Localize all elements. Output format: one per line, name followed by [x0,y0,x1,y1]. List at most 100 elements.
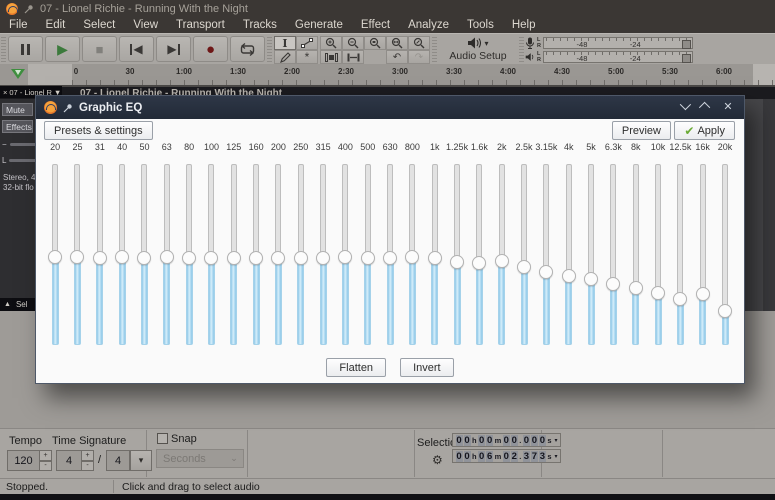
eq-slider-20k[interactable] [714,155,736,349]
eq-slider-315[interactable] [312,155,334,349]
tempo-spinner[interactable]: + - [40,450,52,471]
eq-slider-thumb[interactable] [249,250,264,265]
eq-slider-thumb[interactable] [115,250,130,264]
fit-project-button[interactable] [386,36,408,50]
stop-button[interactable]: ■ [82,36,117,62]
eq-slider-125[interactable] [223,155,245,349]
eq-slider-thumb[interactable] [70,250,85,264]
eq-slider-12.5k[interactable] [669,155,691,349]
redo-button[interactable]: ↷ [408,50,430,64]
draw-tool-button[interactable] [274,50,296,64]
eq-slider-250[interactable] [290,155,312,349]
eq-slider-thumb[interactable] [159,250,174,264]
eq-slider-500[interactable] [357,155,379,349]
chevron-down-icon[interactable]: ▾ [555,437,558,444]
eq-slider-800[interactable] [401,155,423,349]
chevron-down-icon[interactable]: ▾ [555,453,558,460]
eq-slider-20[interactable] [44,155,66,349]
time-sig-spinner[interactable]: + - [82,450,94,471]
eq-slider-6.3k[interactable] [602,155,624,349]
eq-slider-5k[interactable] [580,155,602,349]
toolbar-grip[interactable] [432,36,437,62]
menu-effect[interactable]: Effect [352,17,399,33]
eq-slider-50[interactable] [133,155,155,349]
presets-settings-button[interactable]: Presets & settings [44,121,153,140]
eq-slider-thumb[interactable] [606,276,621,291]
snap-mode-dropdown[interactable]: Seconds ⌄ [156,449,244,468]
menu-select[interactable]: Select [74,17,124,33]
mute-button[interactable]: Mute [2,103,33,116]
time-sig-upper-input[interactable]: 4 [56,450,82,471]
eq-slider-thumb[interactable] [450,254,465,269]
play-button[interactable]: ▶ [45,36,80,62]
selection-end-field[interactable]: 0 0 h 0 6 m 0 2. 3 7 3 s ▾ [452,449,561,463]
eq-slider-thumb[interactable] [427,250,442,265]
menu-help[interactable]: Help [503,17,545,33]
preview-button[interactable]: Preview [611,121,671,140]
flatten-button[interactable]: Flatten [326,358,387,377]
eq-slider-10k[interactable] [647,155,669,349]
silence-audio-button[interactable] [342,50,364,64]
eq-slider-thumb[interactable] [718,304,732,319]
select-button[interactable]: Sel [16,300,28,309]
time-sig-lower-input[interactable]: 4 [106,450,130,471]
apply-button[interactable]: ✔ Apply [674,121,735,140]
selection-tool-button[interactable]: I [274,36,296,50]
timeline-ruler[interactable]: 0 30 1:00 1:30 2:00 2:30 3:00 3:30 4:00 4:30 5:00 5… [0,64,775,87]
eq-slider-40[interactable] [111,155,133,349]
gear-icon[interactable]: ⚙ [432,453,443,467]
eq-slider-2.5k[interactable] [513,155,535,349]
time-sig-dropdown[interactable]: ▾ [130,450,152,471]
eq-slider-thumb[interactable] [472,255,487,270]
eq-slider-thumb[interactable] [517,259,532,274]
tempo-input[interactable]: 120 [7,450,40,471]
playback-meter-bar[interactable]: -48 -24 [542,50,693,63]
fit-selection-button[interactable] [364,36,386,50]
eq-slider-630[interactable] [379,155,401,349]
eq-slider-thumb[interactable] [271,250,286,265]
eq-slider-160[interactable] [245,155,267,349]
eq-slider-thumb[interactable] [360,250,375,265]
record-button[interactable]: ● [193,36,228,62]
eq-slider-1k[interactable] [424,155,446,349]
eq-slider-3.15k[interactable] [535,155,557,349]
eq-slider-80[interactable] [178,155,200,349]
multi-tool-button[interactable]: * [296,50,318,64]
eq-slider-8k[interactable] [625,155,647,349]
eq-slider-25[interactable] [66,155,88,349]
undo-button[interactable]: ↶ [386,50,408,64]
eq-slider-thumb[interactable] [48,250,63,264]
skip-to-end-button[interactable]: ▶ [156,36,191,62]
eq-slider-1.25k[interactable] [446,155,468,349]
eq-slider-thumb[interactable] [561,268,576,283]
envelope-tool-button[interactable] [296,36,318,50]
toolbar-grip[interactable] [267,36,272,62]
eq-slider-thumb[interactable] [695,286,710,301]
eq-slider-thumb[interactable] [316,250,331,265]
eq-slider-thumb[interactable] [204,250,219,265]
menu-analyze[interactable]: Analyze [399,17,458,33]
eq-slider-thumb[interactable] [494,253,509,268]
selection-start-field[interactable]: 0 0 h 0 0 m 0 0. 0 0 0 s ▾ [452,433,561,447]
eq-slider-thumb[interactable] [673,291,688,306]
eq-slider-31[interactable] [89,155,111,349]
trim-audio-button[interactable] [320,50,342,64]
loop-button[interactable] [230,36,265,62]
eq-slider-thumb[interactable] [92,250,107,265]
zoom-out-button[interactable] [342,36,364,50]
menu-transport[interactable]: Transport [167,17,234,33]
eq-slider-thumb[interactable] [338,250,353,264]
menu-tools[interactable]: Tools [458,17,503,33]
invert-button[interactable]: Invert [400,358,454,377]
eq-slider-thumb[interactable] [628,280,643,295]
close-icon[interactable]: × [3,88,7,97]
eq-slider-100[interactable] [200,155,222,349]
eq-slider-thumb[interactable] [539,264,554,279]
eq-slider-1.6k[interactable] [468,155,490,349]
effects-button[interactable]: Effects [2,120,33,133]
eq-slider-thumb[interactable] [584,271,599,286]
menu-edit[interactable]: Edit [37,17,75,33]
eq-slider-200[interactable] [267,155,289,349]
menu-file[interactable]: File [0,17,37,33]
minimize-button[interactable] [676,96,692,119]
